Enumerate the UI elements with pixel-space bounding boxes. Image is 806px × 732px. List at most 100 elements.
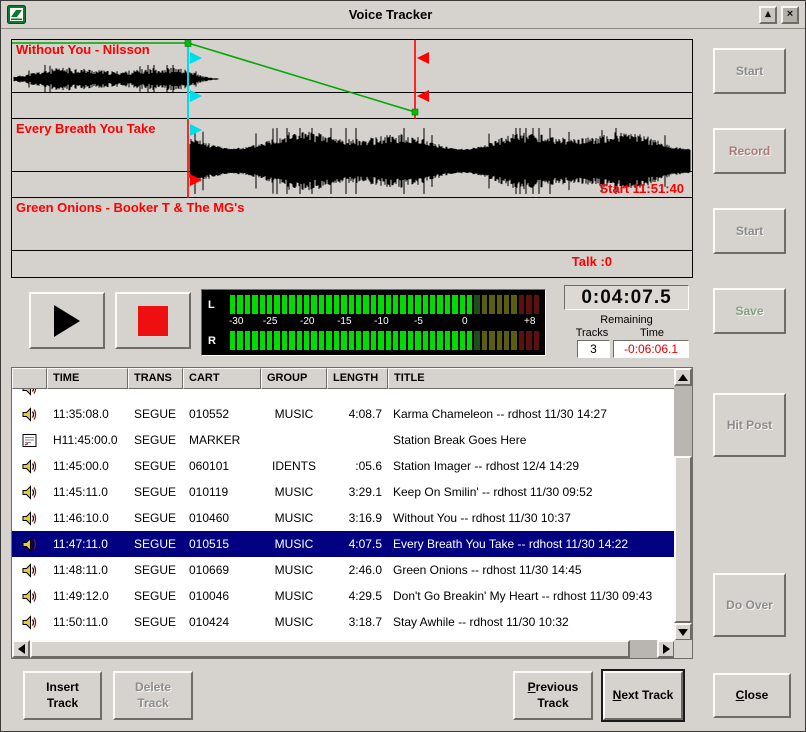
meter-scale-label: 0 bbox=[462, 316, 468, 327]
shade-button[interactable]: ▴ bbox=[759, 6, 777, 24]
header-cell-title[interactable]: TITLE bbox=[388, 368, 675, 389]
speaker-icon bbox=[21, 536, 38, 553]
vertical-scrollbar[interactable] bbox=[674, 368, 692, 641]
meter-left-segments bbox=[230, 295, 539, 314]
previous-track-button[interactable]: Previous Track bbox=[513, 671, 593, 720]
cell-length: 4:08.7 bbox=[327, 407, 388, 421]
remaining-label: Remaining bbox=[564, 314, 689, 326]
meter-scale-label: +8 bbox=[524, 316, 535, 327]
v-scroll-thumb[interactable] bbox=[674, 456, 692, 623]
header-cell-trans[interactable]: TRANS bbox=[128, 368, 183, 389]
track-panel-2[interactable]: Every Breath You Take Start 11:51:40 bbox=[12, 119, 692, 198]
table-row[interactable]: 11:49:12.0 SEGUE 010046 MUSIC 4:29.5 Don… bbox=[12, 583, 675, 609]
scroll-left-button[interactable] bbox=[12, 640, 30, 658]
header-cell-icon[interactable] bbox=[12, 368, 47, 389]
cell-title: Station Break Goes Here bbox=[388, 433, 675, 447]
cell-length: 2:46.0 bbox=[327, 563, 388, 577]
cell-group: MUSIC bbox=[261, 407, 327, 421]
h-scroll-thumb[interactable] bbox=[30, 640, 630, 658]
cell-trans: SEGUE bbox=[128, 537, 183, 551]
cell-trans: SEGUE bbox=[128, 407, 183, 421]
table-row[interactable]: 11:46:10.0 SEGUE 010460 MUSIC 3:16.9 Wit… bbox=[12, 505, 675, 531]
meter-scale-label: -10 bbox=[374, 316, 388, 327]
track-panel-1[interactable]: Without You - Nilsson bbox=[12, 40, 692, 119]
fade-marker-icon bbox=[417, 90, 429, 102]
header-cell-cart[interactable]: CART bbox=[183, 368, 261, 389]
meter-right-label: R bbox=[208, 331, 228, 350]
speaker-icon bbox=[21, 406, 38, 423]
speaker-icon bbox=[21, 389, 38, 397]
cell-time: 11:47:11.0 bbox=[47, 537, 128, 551]
cell-length: 4:07.5 bbox=[327, 537, 388, 551]
header-cell-group[interactable]: GROUP bbox=[261, 368, 327, 389]
cell-time: 11:50:11.0 bbox=[47, 615, 128, 629]
play-button[interactable] bbox=[29, 292, 105, 349]
cell-title: Station Imager -- rdhost 12/4 14:29 bbox=[388, 459, 675, 473]
table-row[interactable]: 11:45:00.0 SEGUE 060101 IDENTS :05.6 Sta… bbox=[12, 453, 675, 479]
cell-title: Without You -- rdhost 11/30 10:37 bbox=[388, 511, 675, 525]
cell-cart: 010460 bbox=[183, 511, 261, 525]
cell-trans: SEGUE bbox=[128, 563, 183, 577]
track-1-title: Without You - Nilsson bbox=[16, 42, 150, 57]
log-viewport: 11:35:08.0 SEGUE 010552 MUSIC 4:08.7 Kar… bbox=[12, 389, 675, 642]
cell-title: Stay Awhile -- rdhost 11/30 10:32 bbox=[388, 615, 675, 629]
remaining-time-value: -0:06:06.1 bbox=[613, 340, 689, 358]
meter-left-label: L bbox=[208, 295, 228, 314]
stop-icon bbox=[138, 306, 168, 336]
track-2-start-time: Start 11:51:40 bbox=[599, 181, 684, 196]
log-header: TIME TRANS CART GROUP LENGTH TITLE bbox=[12, 368, 675, 389]
next-track-button[interactable]: Next Track bbox=[603, 671, 683, 720]
titlebar-close-button[interactable]: × bbox=[781, 6, 799, 24]
cell-time: 11:49:12.0 bbox=[47, 589, 128, 603]
do-over-button: Do Over bbox=[713, 573, 786, 637]
meter-scale-label: -30 bbox=[229, 316, 243, 327]
cell-length: 3:16.9 bbox=[327, 511, 388, 525]
header-cell-time[interactable]: TIME bbox=[47, 368, 128, 389]
speaker-icon bbox=[21, 510, 38, 527]
window-title: Voice Tracker bbox=[26, 7, 755, 22]
insert-track-button[interactable]: Insert Track bbox=[23, 671, 102, 720]
cell-time: 11:45:00.0 bbox=[47, 459, 128, 473]
stop-button[interactable] bbox=[115, 292, 191, 349]
table-row[interactable]: 11:50:11.0 SEGUE 010424 MUSIC 3:18.7 Sta… bbox=[12, 609, 675, 635]
table-row[interactable]: 11:48:11.0 SEGUE 010669 MUSIC 2:46.0 Gre… bbox=[12, 557, 675, 583]
scroll-right-button[interactable] bbox=[657, 640, 675, 658]
segue-marker-icon bbox=[190, 52, 202, 64]
cell-time: 11:45:11.0 bbox=[47, 485, 128, 499]
arrow-down-icon bbox=[678, 629, 688, 636]
cell-time: 11:46:10.0 bbox=[47, 511, 128, 525]
table-row[interactable]: 11:35:08.0 SEGUE 010552 MUSIC 4:08.7 Kar… bbox=[12, 401, 675, 427]
cell-time: 11:48:11.0 bbox=[47, 563, 128, 577]
cell-cart: 060101 bbox=[183, 459, 261, 473]
speaker-icon bbox=[21, 484, 38, 501]
table-row[interactable]: 11:45:11.0 SEGUE 010119 MUSIC 3:29.1 Kee… bbox=[12, 479, 675, 505]
time-panel: 0:04:07.5 Remaining Tracks Time 3 -0:06:… bbox=[564, 285, 689, 359]
cell-group: MUSIC bbox=[261, 537, 327, 551]
header-cell-length[interactable]: LENGTH bbox=[327, 368, 388, 389]
app-icon bbox=[7, 5, 26, 24]
titlebar[interactable]: Voice Tracker ▴ × bbox=[1, 1, 805, 29]
scroll-down-button[interactable] bbox=[674, 623, 692, 641]
scroll-up-button[interactable] bbox=[674, 368, 692, 386]
cell-trans: SEGUE bbox=[128, 589, 183, 603]
table-row[interactable] bbox=[12, 389, 675, 401]
delete-track-button: Delete Track bbox=[113, 671, 193, 720]
table-row[interactable]: 11:47:11.0 SEGUE 010515 MUSIC 4:07.5 Eve… bbox=[12, 531, 675, 557]
start-top-button: Start bbox=[713, 48, 786, 94]
speaker-icon bbox=[21, 614, 38, 631]
track-panel-3[interactable]: Green Onions - Booker T & The MG's Talk … bbox=[12, 198, 692, 277]
cell-trans: SEGUE bbox=[128, 485, 183, 499]
audio-meter: L -30-25-20-15-10-50+8 R bbox=[201, 289, 546, 356]
cell-trans: SEGUE bbox=[128, 459, 183, 473]
horizontal-scrollbar[interactable] bbox=[12, 640, 675, 658]
cell-length: 3:29.1 bbox=[327, 485, 388, 499]
cell-length: 4:29.5 bbox=[327, 589, 388, 603]
close-button[interactable]: Close bbox=[713, 673, 791, 718]
segue-marker-icon bbox=[190, 124, 202, 136]
table-row[interactable]: H11:45:00.0 SEGUE MARKER Station Break G… bbox=[12, 427, 675, 453]
segue-marker-icon bbox=[190, 90, 202, 102]
track-3-title: Green Onions - Booker T & The MG's bbox=[16, 200, 244, 215]
remaining-tracks-label: Tracks bbox=[566, 327, 618, 339]
cell-time: H11:45:00.0 bbox=[47, 433, 128, 447]
close-icon: × bbox=[787, 9, 793, 20]
